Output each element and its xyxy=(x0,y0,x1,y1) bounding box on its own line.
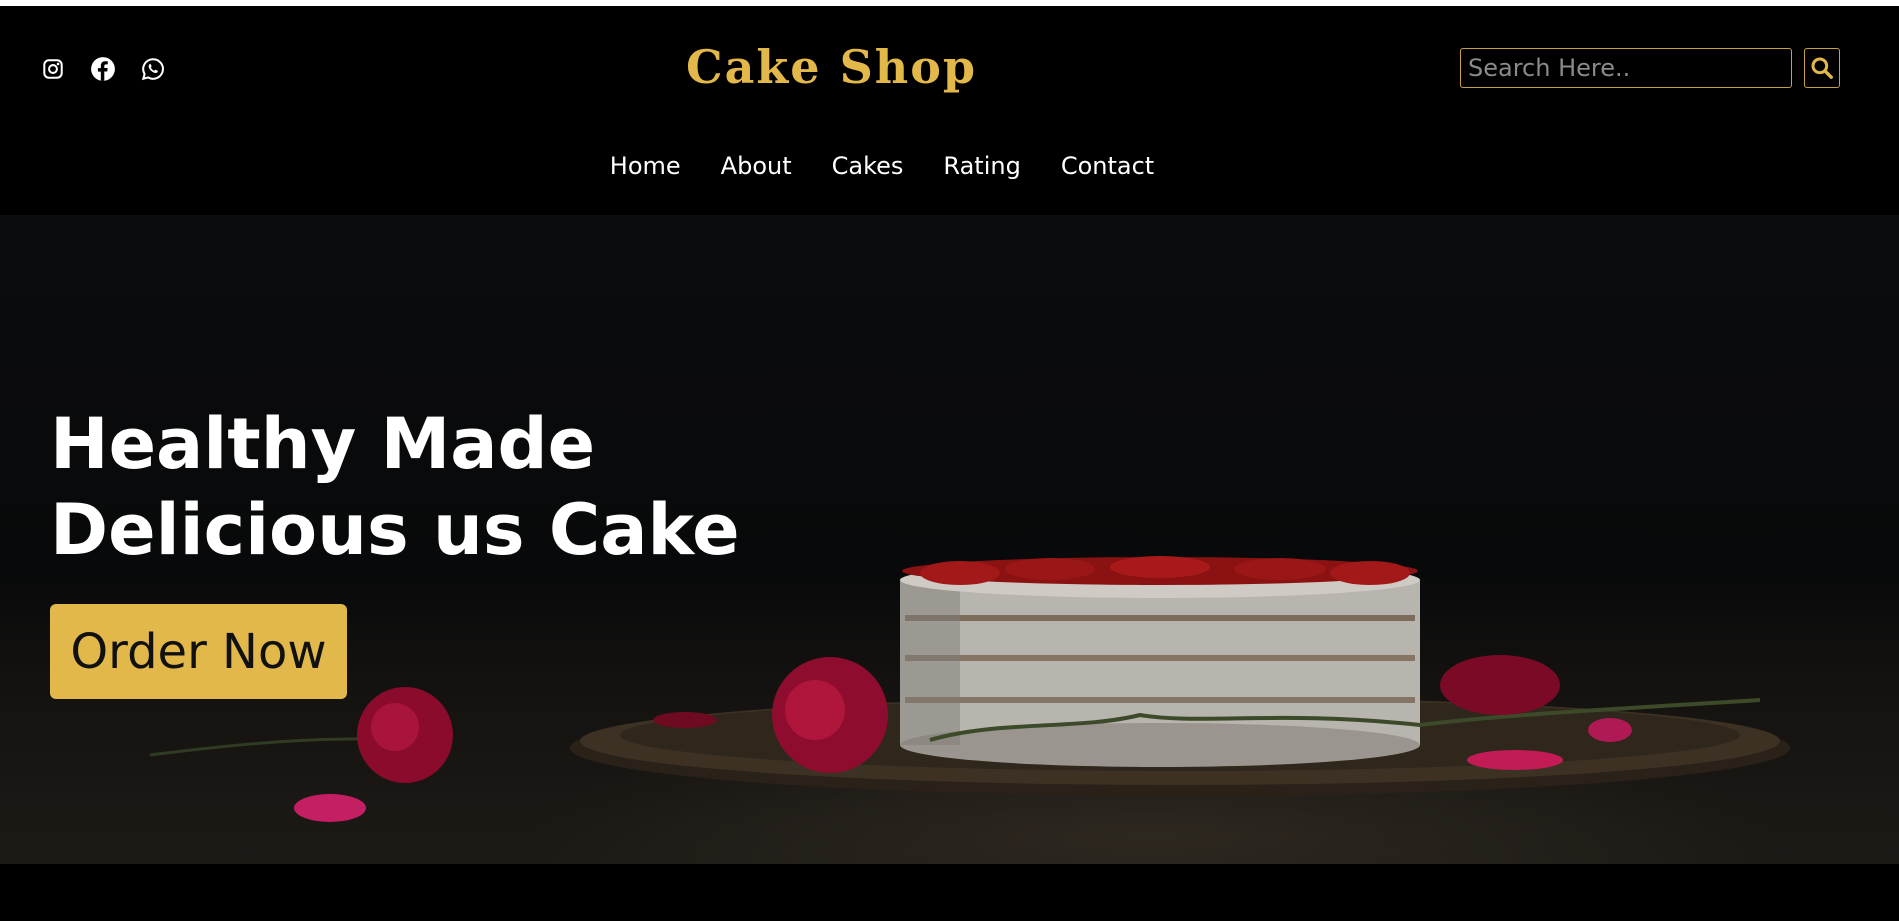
hero-title: Healthy Made Delicious us Cake xyxy=(50,401,750,573)
order-now-button[interactable]: Order Now xyxy=(50,604,347,699)
facebook-icon[interactable] xyxy=(90,56,116,82)
site-header: Cake Shop Home About Cakes Rating Contac… xyxy=(0,6,1899,215)
nav-contact[interactable]: Contact xyxy=(1061,152,1154,180)
instagram-icon[interactable] xyxy=(40,56,66,82)
nav-about[interactable]: About xyxy=(721,152,792,180)
hero-section: Healthy Made Delicious us Cake Order Now xyxy=(0,215,1899,864)
social-links xyxy=(40,56,166,82)
nav-home[interactable]: Home xyxy=(610,152,681,180)
hero-title-line-1: Healthy Made xyxy=(50,403,596,485)
nav-cakes[interactable]: Cakes xyxy=(832,152,904,180)
page: Cake Shop Home About Cakes Rating Contac… xyxy=(0,6,1899,921)
whatsapp-icon[interactable] xyxy=(140,56,166,82)
main-nav: Home About Cakes Rating Contact xyxy=(0,152,1899,180)
hero-title-line-2: Delicious us Cake xyxy=(50,489,740,571)
search-icon xyxy=(1811,57,1833,79)
nav-rating[interactable]: Rating xyxy=(943,152,1020,180)
search-input[interactable] xyxy=(1460,48,1792,88)
search-bar xyxy=(1460,48,1840,88)
search-button[interactable] xyxy=(1804,48,1840,88)
brand-logo[interactable]: Cake Shop xyxy=(686,40,977,94)
